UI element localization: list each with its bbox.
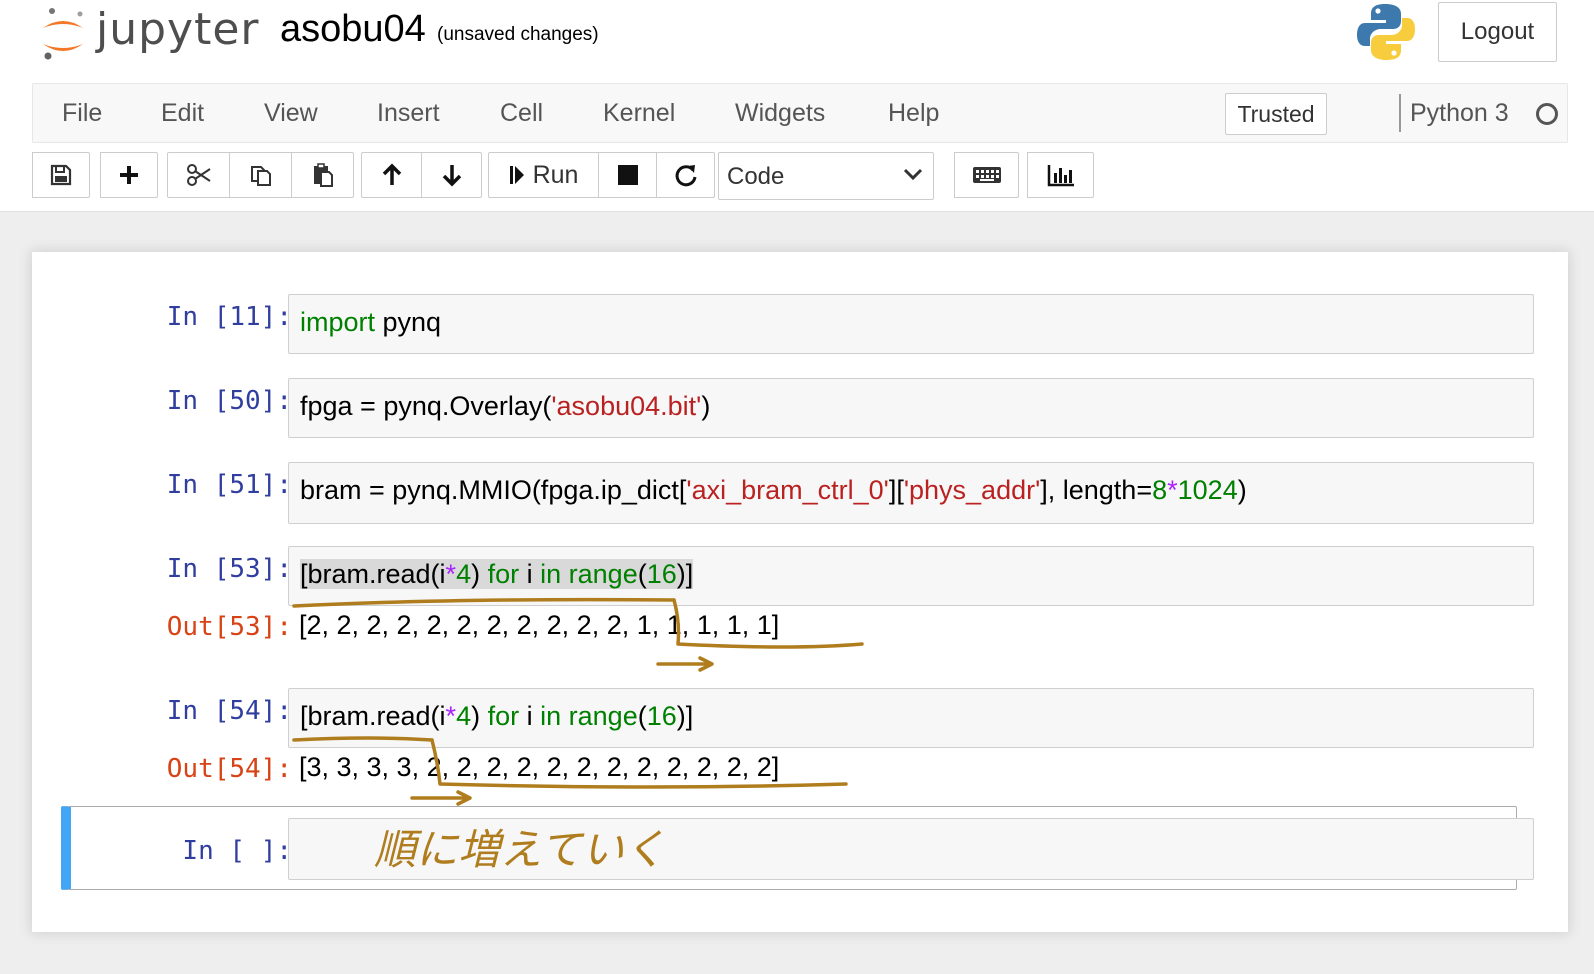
save-status: (unsaved changes) [437,24,599,45]
run-group: Run [488,152,715,198]
extra-group [1027,152,1094,198]
save-button[interactable] [32,152,90,198]
cell-output: [2, 2, 2, 2, 2, 2, 2, 2, 2, 2, 2, 1, 1, … [299,610,780,640]
jupyter-logo-icon[interactable] [40,6,86,62]
ink-arrow-stroke [410,790,472,806]
input-prompt: In [11]: [166,302,292,332]
output-prompt: Out[53]: [166,612,292,642]
cell-type-select[interactable]: Code [718,152,934,200]
input-prompt: In [51]: [166,470,292,500]
restart-icon [675,165,696,187]
input-prompt: In [54]: [166,696,292,726]
copy-button[interactable] [229,152,292,198]
code-line: bram = pynq.MMIO(fpga.ip_dict['axi_bram_… [300,475,1247,505]
ink-arrow-stroke [656,656,714,672]
menu-edit[interactable]: Edit [161,84,204,142]
menubar-container: File Edit View Insert Cell Kernel Widget… [0,80,1594,212]
menu-file[interactable]: File [62,84,102,142]
notebook-container: In [11]: import pynq In [50]: fpga = pyn… [32,252,1568,932]
menu-help[interactable]: Help [888,84,939,142]
code-line: [bram.read(i*4) for i in range(16)] [300,559,694,589]
input-prompt: In [53]: [166,554,292,584]
code-cell-input[interactable]: [bram.read(i*4) for i in range(16)] [288,546,1534,606]
move-up-button[interactable] [361,152,422,198]
save-group [32,152,90,198]
code-cell-input[interactable]: fpga = pynq.Overlay('asobu04.bit') [288,378,1534,438]
keyboard-icon [972,167,1001,183]
code-cell-input[interactable]: bram = pynq.MMIO(fpga.ip_dict['axi_bram_… [288,462,1534,524]
restart-kernel-button[interactable] [656,152,715,198]
notebook-title[interactable]: asobu04 [280,8,426,51]
cell-output: [3, 3, 3, 3, 2, 2, 2, 2, 2, 2, 2, 2, 2, … [299,752,780,782]
code-line: [bram.read(i*4) for i in range(16)] [300,701,694,731]
chart-button[interactable] [1027,152,1094,198]
arrow-down-icon [442,165,461,187]
plus-icon [120,166,138,184]
move-down-button[interactable] [421,152,482,198]
paste-icon [313,163,333,187]
code-cell-input[interactable]: import pynq [288,294,1534,354]
menu-cell[interactable]: Cell [500,84,543,142]
move-group [361,152,482,198]
code-line: fpga = pynq.Overlay('asobu04.bit') [300,391,711,421]
code-cell-input-empty[interactable] [288,818,1534,880]
code-cell-input[interactable]: [bram.read(i*4) for i in range(16)] [288,688,1534,748]
menubar: File Edit View Insert Cell Kernel Widget… [32,83,1568,143]
insert-cell-button[interactable] [100,152,158,198]
chevron-down-icon [903,168,923,181]
trusted-badge[interactable]: Trusted [1225,93,1327,135]
scissors-icon [186,164,211,186]
kernel-name[interactable]: Python 3 [1410,84,1509,142]
bar-chart-icon [1047,165,1074,187]
insert-group [100,152,158,198]
cell-type-value: Code [727,163,785,190]
copy-icon [250,166,271,186]
menu-kernel[interactable]: Kernel [603,84,675,142]
kernel-separator [1399,94,1401,132]
command-palette-group [954,152,1019,198]
run-label: Run [532,160,579,189]
code-line: import pynq [300,307,442,337]
run-button[interactable]: Run [488,152,599,198]
kernel-idle-indicator-icon [1536,103,1558,125]
step-forward-icon [509,166,524,184]
header: jupyter asobu04 (unsaved changes) Logout [0,0,1594,81]
save-icon [50,164,72,186]
jupyter-wordmark[interactable]: jupyter [96,4,260,55]
command-palette-button[interactable] [954,152,1019,198]
menu-insert[interactable]: Insert [377,84,440,142]
stop-icon [617,165,638,185]
input-prompt: In [ ]: [182,836,292,866]
cut-button[interactable] [167,152,230,198]
input-prompt: In [50]: [166,386,292,416]
python-logo-icon [1357,4,1415,60]
logout-button[interactable]: Logout [1438,2,1557,62]
edit-group [167,152,354,198]
arrow-up-icon [382,163,401,185]
menu-widgets[interactable]: Widgets [735,84,825,142]
menu-view[interactable]: View [264,84,318,142]
output-prompt: Out[54]: [166,754,292,784]
paste-button[interactable] [291,152,354,198]
interrupt-button[interactable] [598,152,657,198]
